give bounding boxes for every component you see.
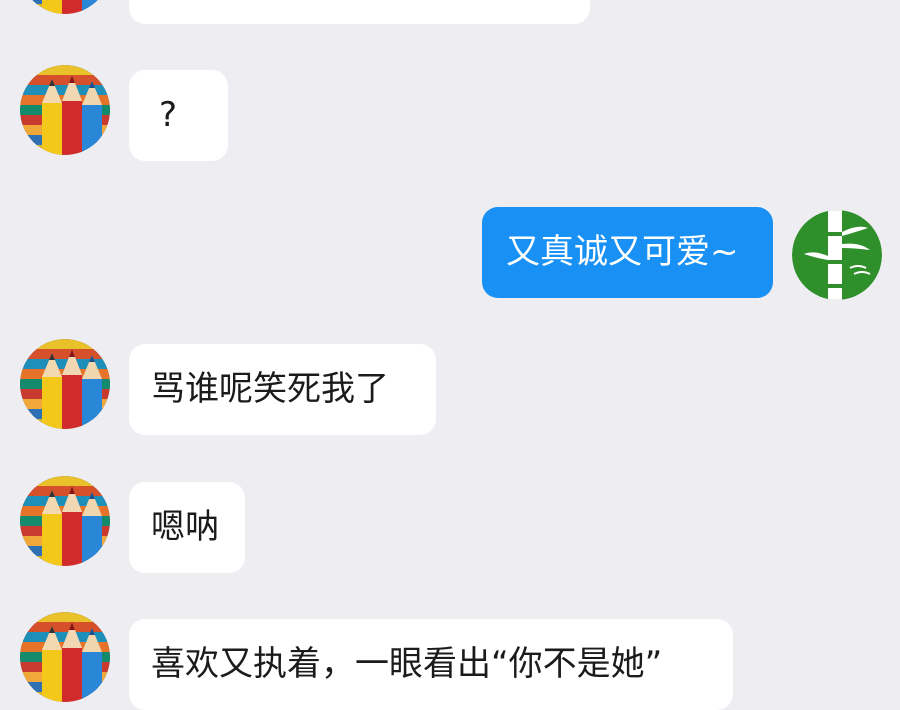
message-text: ? bbox=[159, 95, 178, 135]
message-text: 又真诚又可爱~ bbox=[506, 232, 739, 272]
bamboo-icon bbox=[792, 210, 882, 300]
colored-pencils-icon bbox=[20, 65, 110, 155]
contact-avatar[interactable] bbox=[20, 339, 110, 429]
colored-pencils-icon bbox=[20, 339, 110, 429]
self-avatar[interactable] bbox=[792, 210, 882, 300]
contact-avatar[interactable] bbox=[20, 65, 110, 155]
message-text: 嗯呐 bbox=[151, 507, 219, 547]
message-bubble-incoming[interactable]: ? bbox=[129, 70, 228, 161]
message-bubble-incoming[interactable]: 喜欢又执着，一眼看出“你不是她” bbox=[129, 619, 733, 710]
contact-avatar[interactable] bbox=[20, 0, 110, 14]
message-bubble-incoming[interactable]: 嗯呐 bbox=[129, 482, 245, 573]
message-text: 骂谁呢笑死我了 bbox=[151, 369, 389, 409]
contact-avatar[interactable] bbox=[20, 476, 110, 566]
colored-pencils-icon bbox=[20, 0, 110, 14]
message-text: 喜欢又执着，一眼看出“你不是她” bbox=[151, 644, 663, 684]
colored-pencils-icon bbox=[20, 612, 110, 702]
chat-area[interactable]: ? 又真诚又可爱~ 骂谁呢笑死我了 嗯呐 喜欢又执着，一眼看出“你不是她” bbox=[0, 0, 900, 710]
contact-avatar[interactable] bbox=[20, 612, 110, 702]
message-bubble-outgoing[interactable]: 又真诚又可爱~ bbox=[482, 207, 773, 298]
colored-pencils-icon bbox=[20, 476, 110, 566]
message-bubble-incoming[interactable]: 骂谁呢笑死我了 bbox=[129, 344, 436, 435]
message-bubble-incoming[interactable] bbox=[129, 0, 590, 24]
